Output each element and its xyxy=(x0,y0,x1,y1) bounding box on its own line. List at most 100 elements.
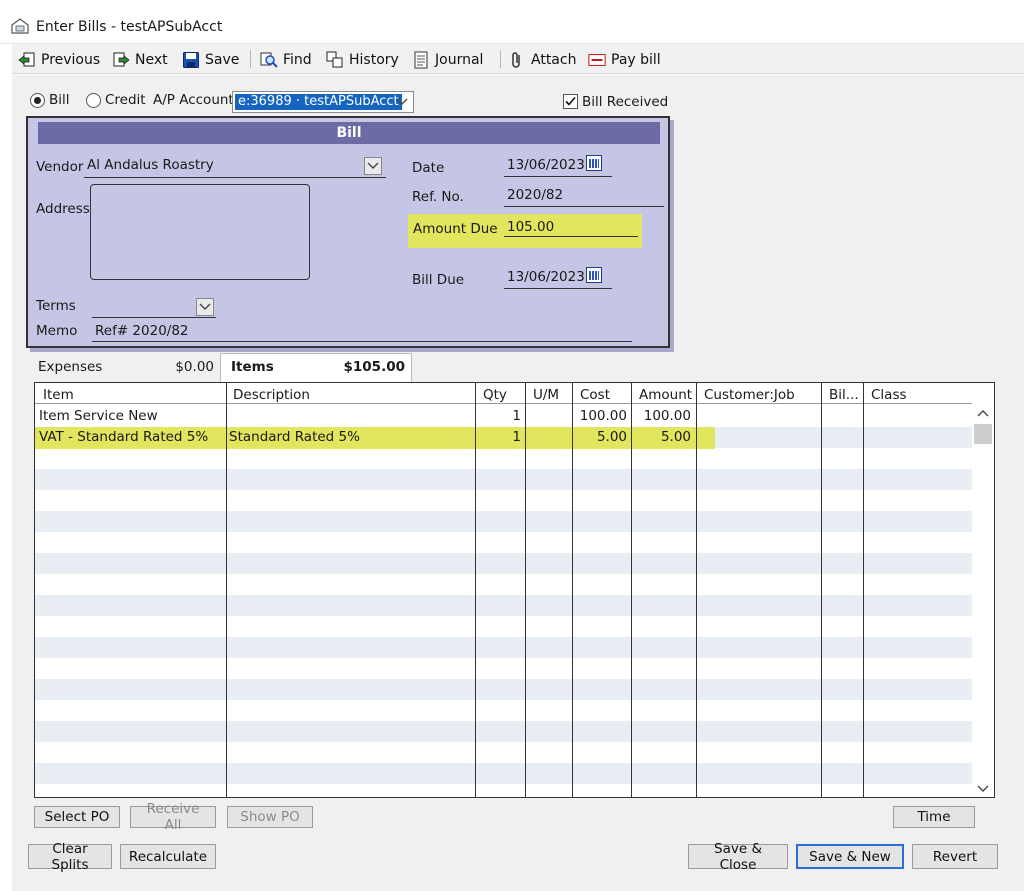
terms-dropdown[interactable] xyxy=(92,296,216,318)
bill-due-value: 13/06/2023 xyxy=(507,269,585,285)
row-cost: 5.00 xyxy=(596,429,627,445)
ref-no-field[interactable]: 2020/82 xyxy=(504,185,664,207)
memo-field[interactable]: Ref# 2020/82 xyxy=(92,321,632,343)
next-arrow-icon xyxy=(112,51,130,69)
show-po-button[interactable]: Show PO xyxy=(227,806,313,828)
row-amount: 100.00 xyxy=(643,408,691,424)
clear-splits-button[interactable]: Clear Splits xyxy=(28,841,112,873)
column-header-um[interactable]: U/M xyxy=(533,387,559,403)
grid-row-stripe xyxy=(35,784,975,797)
row-cost: 100.00 xyxy=(579,408,627,424)
column-header-qty[interactable]: Qty xyxy=(483,387,507,403)
title-bar: Enter Bills - testAPSubAcct xyxy=(0,0,1024,44)
date-value: 13/06/2023 xyxy=(507,157,585,173)
amount-due-field[interactable]: 105.00 xyxy=(504,217,638,239)
receive-all-button[interactable]: Receive All xyxy=(130,801,216,833)
ap-account-dropdown[interactable]: e:36989 · testAPSubAcct xyxy=(232,91,414,113)
grid-scrollbar[interactable] xyxy=(972,402,994,796)
pay-bill-button[interactable]: Pay bill xyxy=(588,49,661,71)
table-row[interactable]: VAT - Standard Rated 5% Standard Rated 5… xyxy=(35,427,975,448)
select-po-button[interactable]: Select PO xyxy=(34,806,120,828)
chevron-down-icon[interactable] xyxy=(364,157,382,175)
vendor-value: Al Andalus Roastry xyxy=(87,157,214,173)
column-header-item[interactable]: Item xyxy=(43,387,74,403)
column-header-billable[interactable]: Bil... xyxy=(829,387,859,403)
previous-button[interactable]: Previous xyxy=(18,49,100,71)
column-header-amount[interactable]: Amount xyxy=(639,387,692,403)
vendor-field[interactable]: Al Andalus Roastry xyxy=(84,155,386,179)
bill-due-calendar-icon[interactable] xyxy=(586,267,602,283)
save-close-button[interactable]: Save & Close xyxy=(688,841,788,873)
save-disk-icon xyxy=(182,51,200,69)
date-calendar-icon[interactable] xyxy=(586,155,602,171)
next-button[interactable]: Next xyxy=(112,49,168,71)
column-divider xyxy=(525,383,526,797)
credit-radio-label: Credit xyxy=(105,92,146,108)
bill-received-checkbox[interactable] xyxy=(563,94,578,109)
grid-row-stripe xyxy=(35,553,975,574)
history-button[interactable]: History xyxy=(326,49,399,71)
tab-items-amount: $105.00 xyxy=(343,359,406,375)
row-amount: 5.00 xyxy=(660,429,691,445)
column-header-description[interactable]: Description xyxy=(233,387,310,403)
column-divider xyxy=(226,383,227,797)
bill-panel-title: Bill xyxy=(38,122,660,144)
recalculate-button[interactable]: Recalculate xyxy=(120,844,216,869)
scroll-up-arrow-icon[interactable] xyxy=(977,406,989,421)
window-title: Enter Bills - testAPSubAcct xyxy=(36,19,223,35)
tab-expenses-label: Expenses xyxy=(38,359,103,375)
header-divider xyxy=(35,403,994,404)
grid-row-stripe xyxy=(35,721,975,742)
vendor-label: Vendor xyxy=(36,159,84,175)
scroll-down-arrow-icon[interactable] xyxy=(977,782,989,797)
bills-window-icon xyxy=(11,18,29,34)
grid-row-stripe xyxy=(35,469,975,490)
items-grid[interactable]: Item Description Qty U/M Cost Amount Cus… xyxy=(34,382,995,798)
attach-label: Attach xyxy=(531,52,577,68)
grid-row-stripe xyxy=(35,532,975,553)
find-magnifier-icon xyxy=(260,51,278,69)
amount-due-label: Amount Due xyxy=(413,221,498,237)
row-item: Item Service New xyxy=(39,408,158,424)
terms-label: Terms xyxy=(36,298,76,314)
chevron-down-icon[interactable] xyxy=(393,93,411,111)
scroll-thumb[interactable] xyxy=(974,424,992,444)
journal-icon xyxy=(412,51,430,69)
date-label: Date xyxy=(412,160,445,176)
grid-row-stripe xyxy=(35,490,975,511)
find-label: Find xyxy=(283,52,312,68)
ref-no-value: 2020/82 xyxy=(507,187,564,203)
grid-row-stripe xyxy=(35,574,975,595)
bill-radio-label: Bill xyxy=(49,92,70,108)
find-button[interactable]: Find xyxy=(260,49,312,71)
column-divider xyxy=(475,383,476,797)
address-box[interactable] xyxy=(90,184,310,280)
ref-no-label: Ref. No. xyxy=(412,189,464,205)
table-row[interactable]: Item Service New 1 100.00 100.00 xyxy=(35,406,975,427)
tab-expenses[interactable]: Expenses $0.00 xyxy=(28,356,218,382)
credit-radio[interactable] xyxy=(86,93,101,108)
revert-button[interactable]: Revert xyxy=(912,844,998,869)
journal-button[interactable]: Journal xyxy=(412,49,483,71)
tab-expenses-amount: $0.00 xyxy=(175,359,214,375)
previous-label: Previous xyxy=(41,52,101,68)
column-header-cost[interactable]: Cost xyxy=(580,387,610,403)
paperclip-icon xyxy=(508,51,526,69)
address-label: Address xyxy=(36,201,90,217)
bill-radio[interactable] xyxy=(30,93,45,108)
attach-button[interactable]: Attach xyxy=(508,49,576,71)
column-header-class[interactable]: Class xyxy=(871,387,907,403)
next-label: Next xyxy=(135,52,168,68)
column-divider xyxy=(821,383,822,797)
bill-panel: Bill Vendor Al Andalus Roastry Address T… xyxy=(26,116,670,348)
chevron-down-icon[interactable] xyxy=(196,298,214,316)
tab-items[interactable]: Items $105.00 xyxy=(220,353,412,382)
toolbar: Previous Next Save Find History Journal xyxy=(12,44,1024,74)
column-header-customer-job[interactable]: Customer:Job xyxy=(704,387,795,403)
save-button[interactable]: Save xyxy=(182,49,239,71)
time-button[interactable]: Time xyxy=(893,806,975,828)
grid-row-stripe xyxy=(35,511,975,532)
column-divider xyxy=(572,383,573,797)
journal-label: Journal xyxy=(435,52,484,68)
save-new-button[interactable]: Save & New xyxy=(796,844,904,869)
